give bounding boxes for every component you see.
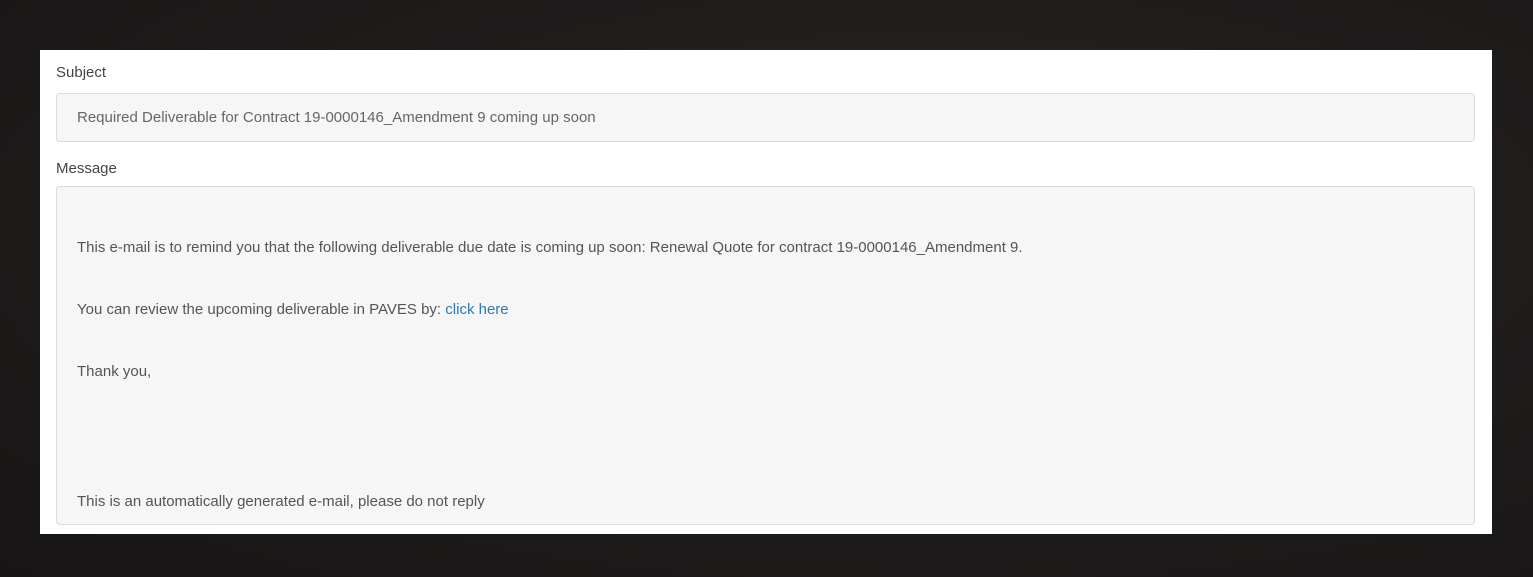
message-review-line: You can review the upcoming deliverable …	[77, 301, 509, 318]
message-disclaimer-text: This is an automatically generated e-mai…	[77, 493, 485, 510]
message-review-text: You can review the upcoming deliverable …	[77, 301, 442, 318]
click-here-link[interactable]: click here	[445, 301, 508, 318]
message-body[interactable]: This e-mail is to remind you that the fo…	[56, 186, 1475, 525]
subject-input[interactable]	[56, 93, 1475, 142]
email-form-panel: Subject Message This e-mail is to remind…	[40, 50, 1492, 534]
message-reminder-text: This e-mail is to remind you that the fo…	[77, 239, 1023, 256]
message-label: Message	[56, 160, 117, 177]
message-closing-text: Thank you,	[77, 363, 152, 380]
subject-label: Subject	[56, 64, 107, 81]
